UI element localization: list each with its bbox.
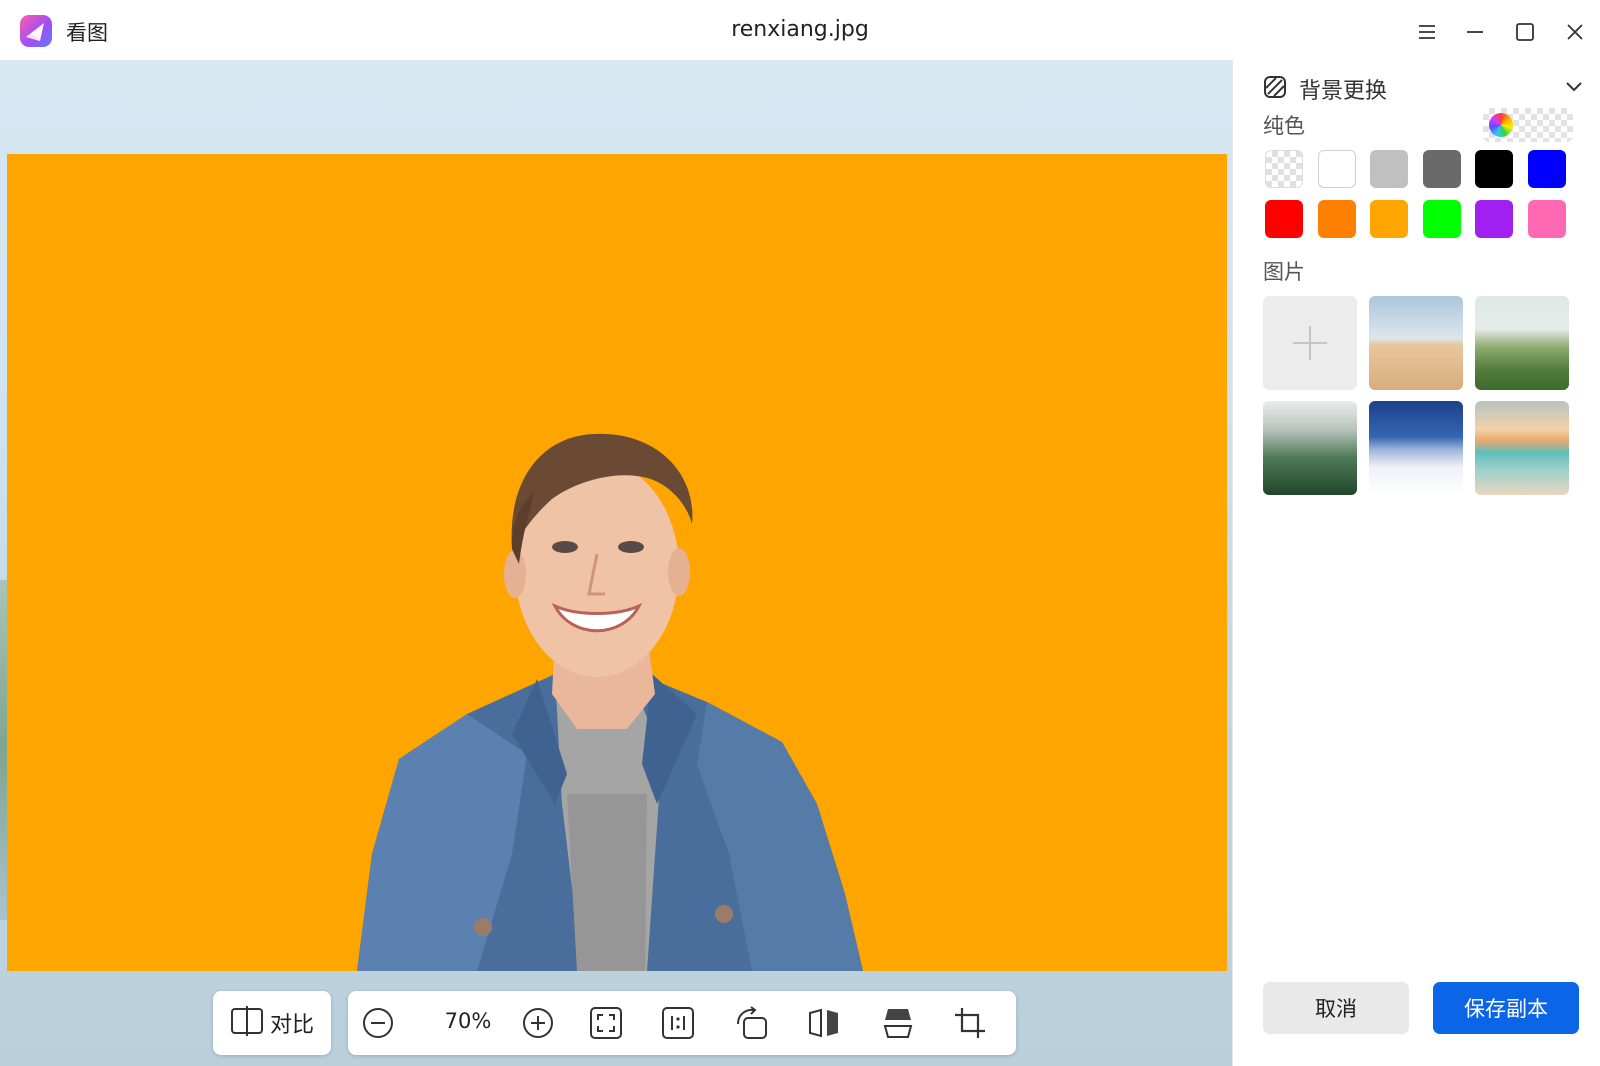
app-logo-icon (20, 15, 52, 47)
add-background-button[interactable] (1263, 296, 1357, 390)
maximize-icon[interactable] (1508, 15, 1542, 49)
chevron-down-icon[interactable] (1565, 78, 1583, 97)
flip-vertical-icon[interactable] (878, 1003, 918, 1043)
swatch-green[interactable] (1422, 200, 1461, 238)
swatch-red[interactable] (1265, 200, 1303, 238)
image-label: 图片 (1263, 260, 1305, 284)
swatch-black[interactable] (1475, 150, 1514, 188)
menu-icon[interactable] (1410, 15, 1444, 49)
swatch-transparent[interactable] (1265, 150, 1303, 188)
compare-icon (230, 1006, 264, 1040)
crop-icon[interactable] (950, 1003, 990, 1043)
swatch-orange[interactable] (1370, 200, 1409, 238)
background-replace-icon (1263, 75, 1287, 103)
color-picker[interactable] (1483, 108, 1573, 142)
plus-icon (1293, 326, 1327, 360)
close-icon[interactable] (1558, 15, 1592, 49)
minimize-icon[interactable] (1458, 15, 1492, 49)
swatch-dark-gray[interactable] (1422, 150, 1461, 188)
portrait-image (7, 154, 1227, 971)
image-viewer-window: 看图 renxiang.jpg 对比 70% 背景更换 纯色 图片 取消 保存副… (0, 0, 1600, 1066)
flip-horizontal-icon[interactable] (804, 1003, 844, 1043)
background-replace-panel: 背景更换 纯色 图片 取消 保存副本 (1232, 60, 1600, 1066)
solid-color-label: 纯色 (1263, 114, 1305, 138)
fit-window-icon[interactable] (586, 1003, 626, 1043)
background-misty-forest[interactable] (1263, 401, 1357, 495)
compare-button[interactable]: 对比 (213, 991, 331, 1055)
swatch-purple[interactable] (1475, 200, 1514, 238)
color-wheel-icon (1489, 113, 1513, 137)
swatch-blue[interactable] (1528, 150, 1566, 188)
zoom-level[interactable]: 70% (418, 1009, 518, 1033)
rotate-icon[interactable] (732, 1003, 772, 1043)
background-green-hills[interactable] (1475, 296, 1569, 390)
swatch-dark-orange[interactable] (1317, 200, 1356, 238)
save-copy-button[interactable]: 保存副本 (1433, 982, 1579, 1034)
actual-size-icon[interactable] (658, 1003, 698, 1043)
panel-header[interactable]: 背景更换 (1263, 72, 1593, 106)
background-desert[interactable] (1369, 296, 1463, 390)
swatch-white[interactable] (1317, 150, 1356, 188)
zoom-in-icon[interactable] (518, 1003, 558, 1043)
swatch-pink[interactable] (1528, 200, 1566, 238)
background-beach-sunset[interactable] (1475, 401, 1569, 495)
background-snow-mountain[interactable] (1369, 401, 1463, 495)
swatch-light-gray[interactable] (1370, 150, 1409, 188)
panel-title: 背景更换 (1299, 79, 1388, 104)
zoom-out-icon[interactable] (358, 1003, 398, 1043)
app-name: 看图 (66, 21, 108, 45)
compare-label: 对比 (269, 1013, 314, 1038)
window-title: renxiang.jpg (731, 17, 869, 42)
title-bar: 看图 renxiang.jpg (0, 0, 1600, 60)
image-toolbar: 70% (348, 991, 1016, 1055)
cancel-button[interactable]: 取消 (1263, 982, 1409, 1034)
image-canvas (0, 60, 1232, 1066)
